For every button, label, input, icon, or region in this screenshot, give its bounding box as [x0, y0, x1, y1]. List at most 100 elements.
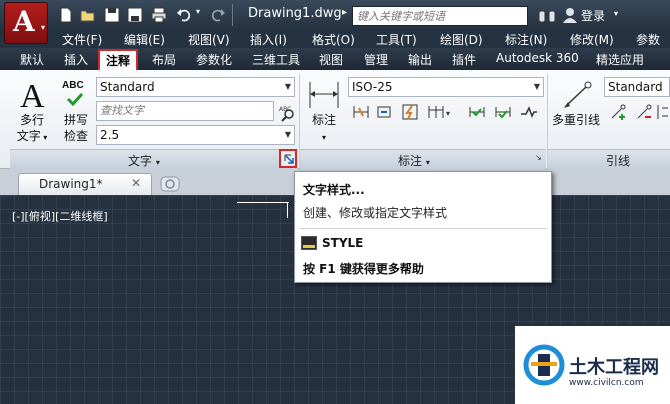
viewport-controls[interactable]: [-][俯视][二维线框]: [12, 208, 108, 224]
search-input[interactable]: [353, 7, 527, 25]
multileader-style-value: Standard: [608, 80, 663, 94]
menu-parametric[interactable]: 参数: [636, 31, 660, 48]
print-icon[interactable]: [151, 7, 167, 23]
text-style-launcher-button[interactable]: [279, 149, 297, 168]
text-style-tooltip: 文字样式... 创建、修改或指定文字样式 STYLE 按 F1 键获得更多帮助: [294, 171, 552, 283]
dim-break-icon[interactable]: [350, 101, 370, 121]
text-panel-title-label: 文字: [128, 154, 153, 168]
document-tab[interactable]: Drawing1* ✕: [18, 173, 152, 195]
dimension-icon[interactable]: [308, 80, 340, 111]
text-height-select[interactable]: 2.5 ▼: [96, 125, 295, 145]
tab-featured-apps[interactable]: 精选应用: [596, 51, 644, 68]
find-replace-icon[interactable]: ABC: [276, 101, 296, 122]
dim-update-icon[interactable]: [399, 101, 419, 121]
menu-view[interactable]: 视图(V): [188, 31, 230, 48]
multileader-icon[interactable]: [560, 80, 592, 113]
spell-check-icon[interactable]: [66, 92, 84, 109]
tab-default[interactable]: 默认: [20, 51, 44, 68]
tab-3d-tools[interactable]: 三维工具: [252, 51, 300, 68]
watermark: 土木工程网 www.civilcn.com: [515, 326, 670, 404]
spell-check-label: 拼写: [63, 113, 88, 127]
tab-autodesk-360[interactable]: Autodesk 360: [496, 51, 579, 65]
spell-check-button[interactable]: 拼写 检查: [58, 112, 94, 144]
tab-view[interactable]: 视图: [319, 51, 343, 68]
document-tab-label: Drawing1*: [39, 177, 103, 191]
application-menu-button[interactable]: A ▾: [4, 2, 48, 44]
menu-file[interactable]: 文件(F): [62, 31, 102, 48]
remove-leader-icon[interactable]: [633, 101, 653, 121]
dim-oblique-icon[interactable]: [492, 101, 512, 121]
tab-annotate[interactable]: 注释: [97, 49, 139, 72]
title-bar: ▾ Drawing1.dwg ▸ 登录 ▾: [0, 0, 670, 30]
close-icon[interactable]: ✕: [131, 176, 141, 190]
title-separator: [232, 4, 233, 26]
chevron-down-icon: ▼: [284, 82, 291, 91]
dim-adjust-space-icon[interactable]: [466, 101, 486, 121]
dimension-panel-title[interactable]: 标注 ▾: [398, 152, 430, 169]
align-leader-icon[interactable]: [655, 101, 670, 121]
login-link[interactable]: 登录: [581, 7, 605, 24]
multileader-style-select[interactable]: Standard: [604, 77, 670, 97]
find-text-input[interactable]: 查找文字: [96, 101, 274, 121]
multiline-text-button[interactable]: 多行 文字 ▾: [10, 112, 54, 146]
dim-jog-icon[interactable]: [518, 101, 538, 121]
tooltip-command: STYLE: [322, 236, 364, 250]
add-leader-icon[interactable]: [607, 101, 627, 121]
multileader-button[interactable]: 多重引线: [550, 112, 602, 128]
redo-icon[interactable]: [210, 7, 226, 23]
login-dropdown-icon[interactable]: ▾: [614, 9, 618, 18]
civilcn-logo-icon: [523, 344, 565, 386]
menu-format[interactable]: 格式(O): [312, 31, 355, 48]
tab-parametric[interactable]: 参数化: [196, 51, 232, 68]
tab-manage[interactable]: 管理: [364, 51, 388, 68]
tab-insert[interactable]: 插入: [64, 51, 88, 68]
save-as-icon[interactable]: [127, 7, 143, 23]
tab-addins[interactable]: 插件: [452, 51, 476, 68]
search-expand-icon[interactable]: ▸: [342, 7, 352, 23]
dimension-style-select[interactable]: ISO-25 ▼: [348, 77, 544, 97]
menu-draw[interactable]: 绘图(D): [440, 31, 483, 48]
window-title: Drawing1.dwg: [248, 6, 342, 21]
multiline-text-label: 多行: [19, 113, 44, 127]
menu-modify[interactable]: 修改(M): [570, 31, 614, 48]
undo-dropdown-icon[interactable]: ▾: [196, 7, 204, 23]
dimension-button[interactable]: 标注 ▾: [304, 112, 344, 146]
cursor-crosshair: [237, 202, 289, 203]
save-icon[interactable]: [104, 7, 120, 23]
autocad-logo-icon: A: [13, 5, 35, 38]
leader-panel-title[interactable]: 引线: [606, 152, 630, 169]
dimension-launcher-icon[interactable]: ↘: [535, 153, 542, 162]
menu-edit[interactable]: 编辑(E): [124, 31, 165, 48]
menu-tools[interactable]: 工具(T): [376, 31, 417, 48]
search-box[interactable]: [352, 6, 528, 26]
svg-text:▾: ▾: [446, 109, 450, 118]
menu-bar: 文件(F) 编辑(E) 视图(V) 插入(I) 格式(O) 工具(T) 绘图(D…: [0, 30, 670, 48]
tooltip-divider: [299, 228, 547, 229]
cursor-crosshair-vertical: [287, 202, 288, 218]
new-drawing-tab-icon[interactable]: [160, 176, 180, 192]
watermark-url: www.civilcn.com: [569, 378, 644, 388]
undo-icon[interactable]: [176, 7, 192, 23]
text-panel-title[interactable]: 文字 ▾: [128, 152, 160, 169]
watermark-name: 土木工程网: [569, 357, 659, 378]
dim-inspect-icon[interactable]: [373, 101, 393, 121]
tab-layout[interactable]: 布局: [152, 51, 176, 68]
menu-insert[interactable]: 插入(I): [250, 31, 287, 48]
dimension-style-value: ISO-25: [352, 80, 393, 94]
user-icon[interactable]: [563, 7, 577, 23]
app-menu-caret-icon: ▾: [41, 23, 46, 32]
tab-output[interactable]: 输出: [408, 51, 432, 68]
multiline-text-icon[interactable]: A: [20, 78, 45, 116]
menu-dimension[interactable]: 标注(N): [505, 31, 547, 48]
open-icon[interactable]: [80, 7, 96, 23]
multiline-text-label-2: 文字: [16, 129, 41, 143]
new-icon[interactable]: [58, 7, 74, 23]
text-style-select[interactable]: Standard ▼: [96, 77, 295, 97]
dimension-panel-title-label: 标注: [398, 154, 423, 168]
command-icon: [301, 236, 317, 250]
chevron-down-icon: ▼: [284, 130, 291, 139]
binoculars-icon[interactable]: [538, 7, 556, 23]
text-style-value: Standard: [100, 80, 155, 94]
dim-continue-icon[interactable]: ▾: [425, 101, 450, 121]
ribbon-tab-bar: 默认 插入 注释 布局 参数化 三维工具 视图 管理 输出 插件 Autodes…: [0, 48, 670, 72]
